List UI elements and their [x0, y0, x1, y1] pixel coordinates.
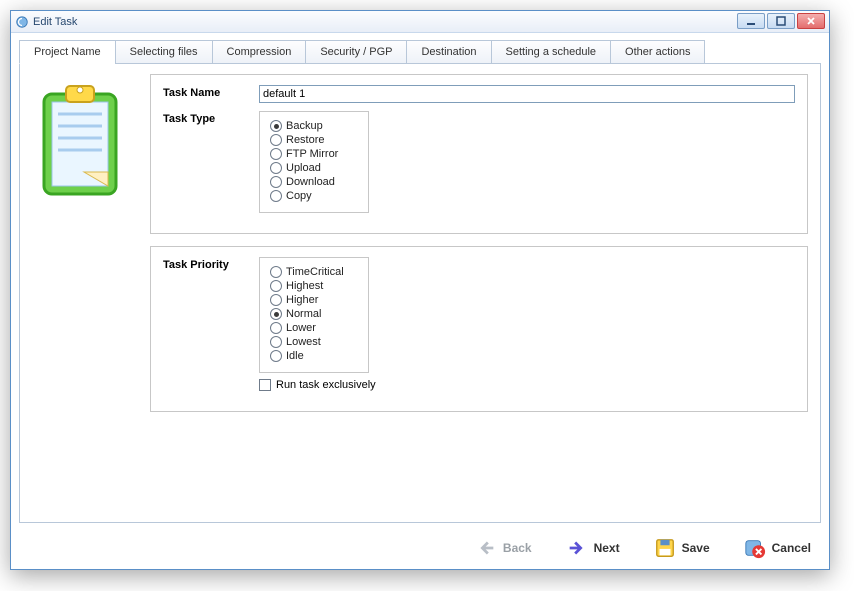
wizard-footer: Back Next Save Cancel [475, 537, 811, 559]
radio-label: Normal [286, 308, 321, 320]
cancel-button[interactable]: Cancel [744, 537, 811, 559]
radio-icon [270, 308, 282, 320]
radio-icon [270, 176, 282, 188]
task-name-type-group: Task Name Task Type Backup Restore FTP Mir… [150, 74, 808, 234]
radio-label: FTP Mirror [286, 148, 338, 160]
titlebar: Edit Task [11, 11, 829, 33]
task-type-option-copy[interactable]: Copy [270, 190, 358, 202]
radio-icon [270, 266, 282, 278]
task-priority-option-lower[interactable]: Lower [270, 322, 358, 334]
task-priority-option-higher[interactable]: Higher [270, 294, 358, 306]
cancel-icon [744, 537, 766, 559]
task-priority-option-idle[interactable]: Idle [270, 350, 358, 362]
tab-selecting-files[interactable]: Selecting files [115, 40, 213, 64]
save-button[interactable]: Save [654, 537, 710, 559]
window-title: Edit Task [33, 16, 77, 28]
run-exclusively-checkbox[interactable]: Run task exclusively [259, 379, 376, 391]
tab-other-actions[interactable]: Other actions [610, 40, 705, 64]
task-priority-option-highest[interactable]: Highest [270, 280, 358, 292]
radio-label: Download [286, 176, 335, 188]
radio-label: Idle [286, 350, 304, 362]
radio-icon [270, 148, 282, 160]
radio-label: Copy [286, 190, 312, 202]
tab-destination[interactable]: Destination [406, 40, 491, 64]
task-type-option-download[interactable]: Download [270, 176, 358, 188]
radio-label: Backup [286, 120, 323, 132]
task-priority-option-timecritical[interactable]: TimeCritical [270, 266, 358, 278]
task-name-label: Task Name [163, 85, 259, 99]
radio-icon [270, 322, 282, 334]
radio-label: Restore [286, 134, 325, 146]
radio-label: Lower [286, 322, 316, 334]
arrow-right-icon [566, 537, 588, 559]
task-priority-group: Task Priority TimeCritical Highest Higher N… [150, 246, 808, 412]
tab-project-name[interactable]: Project Name [19, 40, 116, 64]
task-type-radio-group: Backup Restore FTP Mirror Upload Download Cop… [259, 111, 369, 213]
radio-icon [270, 350, 282, 362]
tab-compression[interactable]: Compression [212, 40, 307, 64]
task-type-label: Task Type [163, 111, 259, 125]
radio-icon [270, 336, 282, 348]
radio-icon [270, 120, 282, 132]
radio-label: TimeCritical [286, 266, 344, 278]
back-button: Back [475, 537, 532, 559]
radio-label: Highest [286, 280, 323, 292]
radio-icon [270, 162, 282, 174]
radio-icon [270, 280, 282, 292]
edit-task-window: Edit Task Project NameSelecting filesCom… [10, 10, 830, 570]
radio-icon [270, 190, 282, 202]
minimize-button[interactable] [737, 13, 765, 29]
app-icon [15, 15, 29, 29]
task-priority-option-normal[interactable]: Normal [270, 308, 358, 320]
close-button[interactable] [797, 13, 825, 29]
task-type-option-upload[interactable]: Upload [270, 162, 358, 174]
maximize-button[interactable] [767, 13, 795, 29]
floppy-icon [654, 537, 676, 559]
task-name-input[interactable] [259, 85, 795, 103]
run-exclusively-label: Run task exclusively [276, 379, 376, 391]
tab-setting-a-schedule[interactable]: Setting a schedule [491, 40, 612, 64]
checkbox-icon [259, 379, 271, 391]
task-type-option-ftp-mirror[interactable]: FTP Mirror [270, 148, 358, 160]
clipboard-icon [32, 74, 132, 512]
task-type-option-restore[interactable]: Restore [270, 134, 358, 146]
task-priority-radio-group: TimeCritical Highest Higher Normal Lower Lowe… [259, 257, 369, 373]
radio-label: Lowest [286, 336, 321, 348]
radio-label: Upload [286, 162, 321, 174]
task-priority-option-lowest[interactable]: Lowest [270, 336, 358, 348]
task-type-option-backup[interactable]: Backup [270, 120, 358, 132]
radio-icon [270, 294, 282, 306]
next-button[interactable]: Next [566, 537, 620, 559]
tab-panel-project-name: Task Name Task Type Backup Restore FTP Mir… [19, 63, 821, 523]
radio-label: Higher [286, 294, 318, 306]
radio-icon [270, 134, 282, 146]
task-priority-label: Task Priority [163, 257, 259, 271]
arrow-left-icon [475, 537, 497, 559]
tab-security-pgp[interactable]: Security / PGP [305, 40, 407, 64]
tab-strip: Project NameSelecting filesCompressionSe… [19, 40, 821, 64]
